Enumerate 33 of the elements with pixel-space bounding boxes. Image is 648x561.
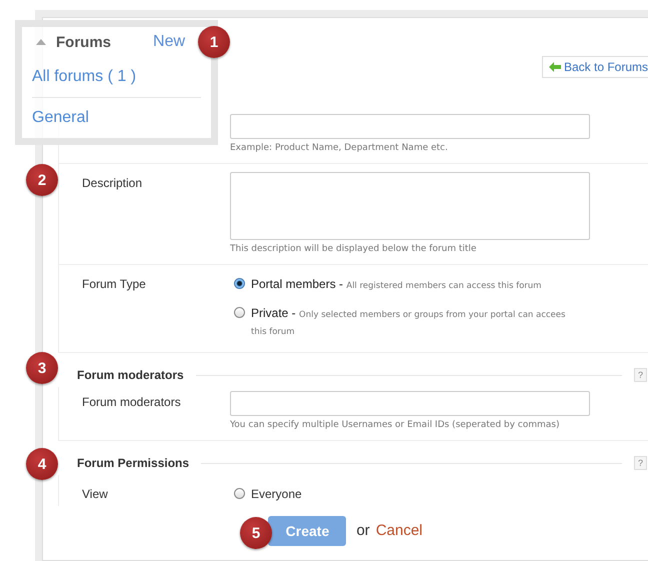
option-text: Portal members - All registered members can access this forum: [251, 277, 542, 293]
option-text: Everyone: [251, 487, 302, 501]
name-input-field[interactable]: [230, 114, 590, 139]
section-heading: Forum Permissions: [77, 456, 190, 470]
section-heading: Forum moderators: [77, 368, 184, 382]
step-number-badge: 2: [26, 164, 58, 196]
back-to-forums-button[interactable]: Back to Forums: [542, 56, 648, 78]
step-number-badge: 4: [26, 448, 58, 480]
field-label: Forum moderators: [81, 394, 182, 411]
forum-list-item[interactable]: All forums ( 1 ): [32, 68, 136, 86]
forum-list-item[interactable]: General: [32, 109, 89, 127]
field-label: Description: [81, 175, 144, 192]
field-hint: Example: Product Name, Department Name etc.: [230, 143, 449, 153]
radio-button[interactable]: [234, 307, 245, 318]
field-hint: You can specify multiple Usernames or Email IDs (seperated by commas): [230, 420, 561, 430]
field-label: View: [81, 486, 109, 503]
create-button[interactable]: Create: [268, 516, 346, 546]
cancel-link[interactable]: Cancel: [376, 516, 423, 546]
radio-button[interactable]: [234, 278, 245, 289]
popup-title: Forums: [56, 34, 112, 50]
description-input-field[interactable]: [230, 172, 590, 240]
left-arrow-icon: [548, 62, 561, 72]
moderators-input-field[interactable]: [230, 391, 590, 416]
help-button[interactable]: ?: [634, 368, 647, 382]
radio-button[interactable]: [234, 488, 245, 499]
option-text: Private - Only selected members or groups from your portal can accees this forum: [251, 306, 566, 339]
collapse-triangle-icon[interactable]: [36, 39, 46, 45]
new-forum-link[interactable]: New: [153, 33, 186, 51]
or-text: or: [356, 521, 370, 541]
field-label: Forum Type: [81, 276, 147, 293]
step-number-badge: 3: [26, 352, 58, 384]
field-hint: This description will be displayed below the forum title: [230, 244, 478, 254]
help-button[interactable]: ?: [634, 456, 647, 470]
